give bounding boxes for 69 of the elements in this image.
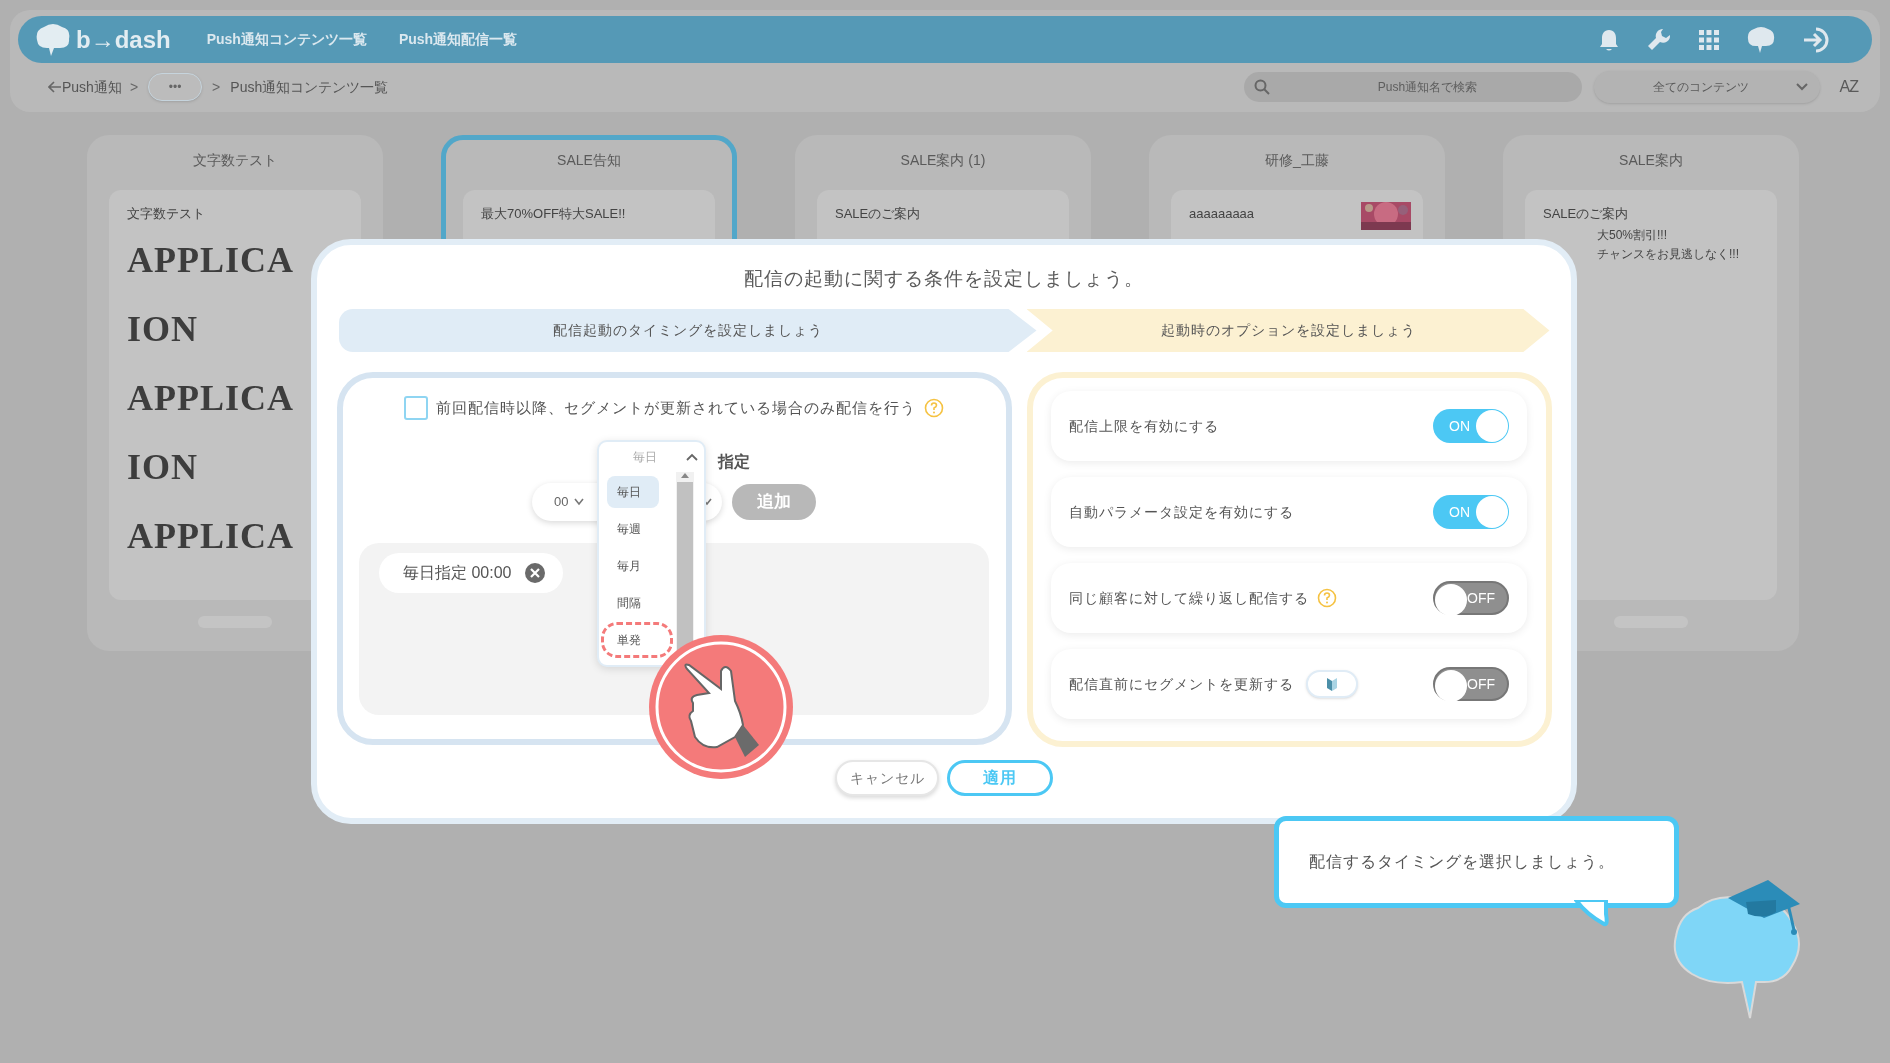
filter-select[interactable]: 全てのコンテンツ	[1593, 71, 1820, 103]
option-label: 配信上限を有効にする	[1069, 416, 1219, 436]
card-title: 文字数テスト	[193, 151, 277, 170]
dropdown-menu[interactable]: 毎日 毎日 毎週 毎月 間隔 単発	[596, 440, 706, 667]
card-title: 研修_工藤	[1265, 151, 1329, 170]
card-title: SALE案内 (1)	[900, 151, 986, 170]
schedule-chip: 毎日指定 00:00	[379, 553, 564, 593]
leaf-badge[interactable]	[1306, 670, 1358, 698]
dropdown-value: 毎日	[632, 449, 658, 466]
help-icon[interactable]	[924, 398, 944, 418]
cancel-button[interactable]: キャンセル	[835, 760, 939, 796]
breadcrumb-separator: >	[129, 77, 139, 97]
preview-text: 大50%割引!!!	[1597, 227, 1668, 244]
speech-bubble: 配信するタイミングを選択しましょう。	[1274, 816, 1679, 908]
chevron-down-icon	[1795, 83, 1808, 91]
grid-icon[interactable]	[1698, 28, 1720, 51]
preview-heading: APPLICA	[127, 377, 294, 420]
preview-text: 最大70%OFF特大SALE!!	[481, 205, 626, 223]
preview-text: SALEのご案内	[1543, 205, 1629, 223]
option-label: 自動パラメータ設定を有効にする	[1069, 502, 1294, 522]
apply-button[interactable]: 適用	[947, 760, 1053, 796]
breadcrumb-link[interactable]: Push通知	[62, 76, 122, 98]
logo-text: b→dash	[76, 24, 171, 55]
leaf-icon	[1326, 676, 1338, 692]
step-banner: 配信起動のタイミングを設定しましょう	[338, 309, 1037, 352]
step-banner: 起動時のオプションを設定しましょう	[1026, 309, 1550, 352]
scroll-up-icon[interactable]	[680, 472, 689, 478]
preview-heading: APPLICA	[127, 239, 294, 282]
checkbox-label: 前回配信時以降、セグメントが更新されている場合のみ配信を行う	[436, 397, 916, 418]
chevron-up-icon[interactable]	[685, 453, 698, 461]
preview-text: aaaaaaaaa	[1189, 205, 1255, 223]
preview-text: SALEのご案内	[835, 205, 921, 223]
toggle-switch[interactable]: ON	[1433, 409, 1509, 443]
back-arrow-icon[interactable]	[48, 81, 62, 93]
dropdown-option[interactable]: 毎日	[606, 476, 659, 508]
toggle-switch[interactable]: OFF	[1433, 581, 1509, 615]
toggle-switch[interactable]: ON	[1433, 495, 1509, 529]
preview-heading: ION	[127, 446, 198, 489]
sort-button[interactable]: AZ	[1839, 75, 1858, 99]
nav-link[interactable]: Push通知配信一覧	[398, 29, 518, 50]
dropdown-option[interactable]: 毎月	[606, 550, 659, 582]
preview-heading: ION	[127, 308, 198, 351]
dialog-title: 配信の起動に関する条件を設定しましょう。	[744, 267, 1144, 291]
preview-text: チャンスをお見逃しなく!!!	[1597, 246, 1739, 263]
card-title: SALE告知	[557, 151, 621, 170]
preview-heading: APPLICA	[127, 515, 294, 558]
wrench-icon[interactable]	[1646, 26, 1672, 53]
option-label: 同じ顧客に対して繰り返し配信する	[1069, 588, 1309, 608]
cloud-icon[interactable]	[1746, 25, 1776, 54]
search-icon	[1253, 79, 1270, 95]
more-button[interactable]: •••	[148, 73, 203, 101]
chevron-down-icon	[574, 498, 585, 506]
dropdown-option[interactable]: 毎週	[606, 513, 659, 545]
dropdown-option[interactable]: 間隔	[606, 587, 659, 619]
nav-link[interactable]: Push通知コンテンツ一覧	[206, 29, 367, 50]
toggle-switch[interactable]: OFF	[1433, 667, 1509, 701]
logo-icon	[34, 22, 72, 57]
dropdown-option[interactable]: 単発	[602, 624, 671, 656]
bell-icon[interactable]	[1598, 27, 1620, 52]
option-label: 配信直前にセグメントを更新する	[1069, 674, 1294, 694]
remove-icon[interactable]	[525, 563, 546, 583]
preview-text: 文字数テスト	[127, 205, 205, 223]
card-title: SALE案内	[1619, 151, 1683, 170]
checkbox[interactable]	[404, 396, 428, 420]
search-field[interactable]: Push通知名で検索	[1243, 72, 1582, 102]
breadcrumb-current: Push通知コンテンツ一覧	[230, 77, 389, 97]
breadcrumb-separator: >	[212, 77, 221, 97]
field-label: 指定	[717, 453, 750, 470]
help-icon[interactable]	[1317, 588, 1337, 608]
